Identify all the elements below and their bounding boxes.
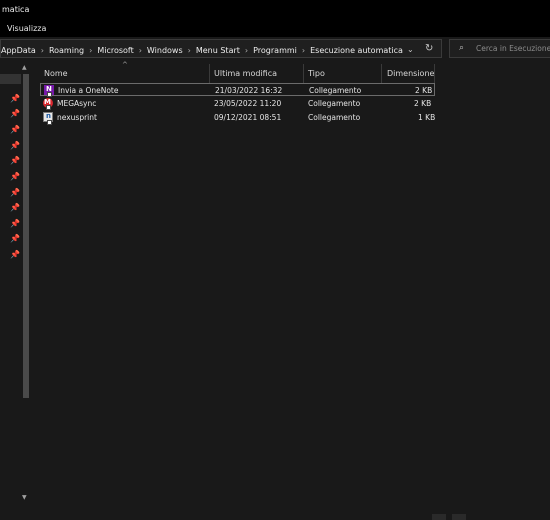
file-list: ^ Nome Ultima modifica Tipo Dimensione I… (31, 61, 550, 512)
details-view-icon[interactable] (432, 514, 446, 520)
chevron-down-icon[interactable]: ⌄ (407, 45, 414, 54)
pin-icon[interactable]: 📌 (10, 219, 20, 228)
crumb-separator-icon[interactable]: › (245, 46, 248, 55)
crumb-separator-icon[interactable]: › (139, 46, 142, 55)
file-name: Invia a OneNote (58, 86, 119, 95)
mega-icon (43, 98, 53, 110)
onenote-icon (44, 85, 54, 97)
crumb-menu-start[interactable]: Menu Start (196, 46, 240, 55)
search-input[interactable]: ⌕ Cerca in Esecuzione automatica (449, 39, 550, 58)
scroll-up-icon[interactable]: ▲ (22, 64, 27, 71)
crumb-separator-icon[interactable]: › (41, 46, 44, 55)
pin-icon[interactable]: 📌 (10, 141, 20, 150)
file-size: 1 KB (418, 113, 436, 122)
pin-icon[interactable]: 📌 (10, 125, 20, 134)
column-header-size[interactable]: Dimensione (387, 65, 434, 82)
address-bar[interactable]: AppData › Roaming › Microsoft › Windows … (0, 39, 442, 58)
pin-icon[interactable]: 📌 (10, 94, 20, 103)
breadcrumb: AppData › Roaming › Microsoft › Windows … (1, 44, 403, 56)
window-title: matica (2, 5, 30, 14)
refresh-icon[interactable]: ↻ (425, 43, 433, 54)
crumb-esecuzione-automatica[interactable]: Esecuzione automatica (310, 46, 403, 55)
pin-icon[interactable]: 📌 (10, 250, 20, 259)
column-header-type[interactable]: Tipo (308, 65, 325, 82)
scroll-down-icon[interactable]: ▼ (22, 494, 27, 501)
file-name: nexusprint (57, 113, 97, 122)
crumb-microsoft[interactable]: Microsoft (97, 46, 133, 55)
file-modified: 09/12/2021 08:51 (214, 113, 282, 122)
file-type: Collegamento (309, 86, 362, 95)
status-bar (0, 512, 550, 520)
crumb-programmi[interactable]: Programmi (253, 46, 297, 55)
file-row[interactable]: MEGAsync 23/05/2022 11:20 Collegamento 2… (40, 97, 435, 110)
navigation-pane: 📌 📌 📌 📌 📌 📌 📌 📌 📌 📌 📌 ▲ ▼ (0, 62, 31, 512)
search-icon: ⌕ (459, 43, 465, 53)
file-name: MEGAsync (57, 99, 97, 108)
large-icons-view-icon[interactable] (452, 514, 466, 520)
crumb-separator-icon[interactable]: › (188, 46, 191, 55)
column-divider[interactable] (303, 64, 304, 83)
nav-selected-item[interactable] (0, 74, 21, 84)
pin-icon[interactable]: 📌 (10, 156, 20, 165)
column-divider[interactable] (381, 64, 382, 83)
column-header-name[interactable]: Nome (44, 65, 68, 82)
file-modified: 21/03/2022 16:32 (215, 86, 283, 95)
pin-icon[interactable]: 📌 (10, 188, 20, 197)
crumb-separator-icon[interactable]: › (302, 46, 305, 55)
address-row: AppData › Roaming › Microsoft › Windows … (0, 37, 550, 61)
nexusprint-icon (43, 112, 53, 125)
file-type: Collegamento (308, 99, 361, 108)
file-type: Collegamento (308, 113, 361, 122)
crumb-roaming[interactable]: Roaming (49, 46, 84, 55)
scrollbar-thumb[interactable] (23, 74, 29, 398)
pin-icon[interactable]: 📌 (10, 109, 20, 118)
title-bar: matica (0, 0, 550, 19)
shortcut-arrow-icon (46, 105, 51, 110)
column-divider[interactable] (209, 64, 210, 83)
crumb-separator-icon[interactable]: › (89, 46, 92, 55)
file-row[interactable]: Invia a OneNote 21/03/2022 16:32 Collega… (40, 83, 435, 97)
search-placeholder: Cerca in Esecuzione automatica (476, 44, 550, 53)
column-divider[interactable] (434, 64, 435, 83)
nav-scrollbar[interactable]: ▲ ▼ (21, 62, 31, 510)
pin-icon[interactable]: 📌 (10, 203, 20, 212)
sort-ascending-icon: ^ (122, 61, 128, 69)
pin-icon[interactable]: 📌 (10, 234, 20, 243)
menu-bar: Visualizza (0, 19, 550, 37)
pin-icon[interactable]: 📌 (10, 172, 20, 181)
shortcut-arrow-icon (47, 120, 52, 125)
file-size: 2 KB (414, 99, 432, 108)
crumb-windows[interactable]: Windows (147, 46, 183, 55)
menu-item-visualizza[interactable]: Visualizza (7, 24, 46, 33)
file-row[interactable]: nexusprint 09/12/2021 08:51 Collegamento… (40, 111, 436, 125)
file-size: 2 KB (415, 86, 433, 95)
crumb-appdata[interactable]: AppData (1, 46, 36, 55)
file-modified: 23/05/2022 11:20 (214, 99, 282, 108)
column-header-modified[interactable]: Ultima modifica (214, 65, 277, 82)
